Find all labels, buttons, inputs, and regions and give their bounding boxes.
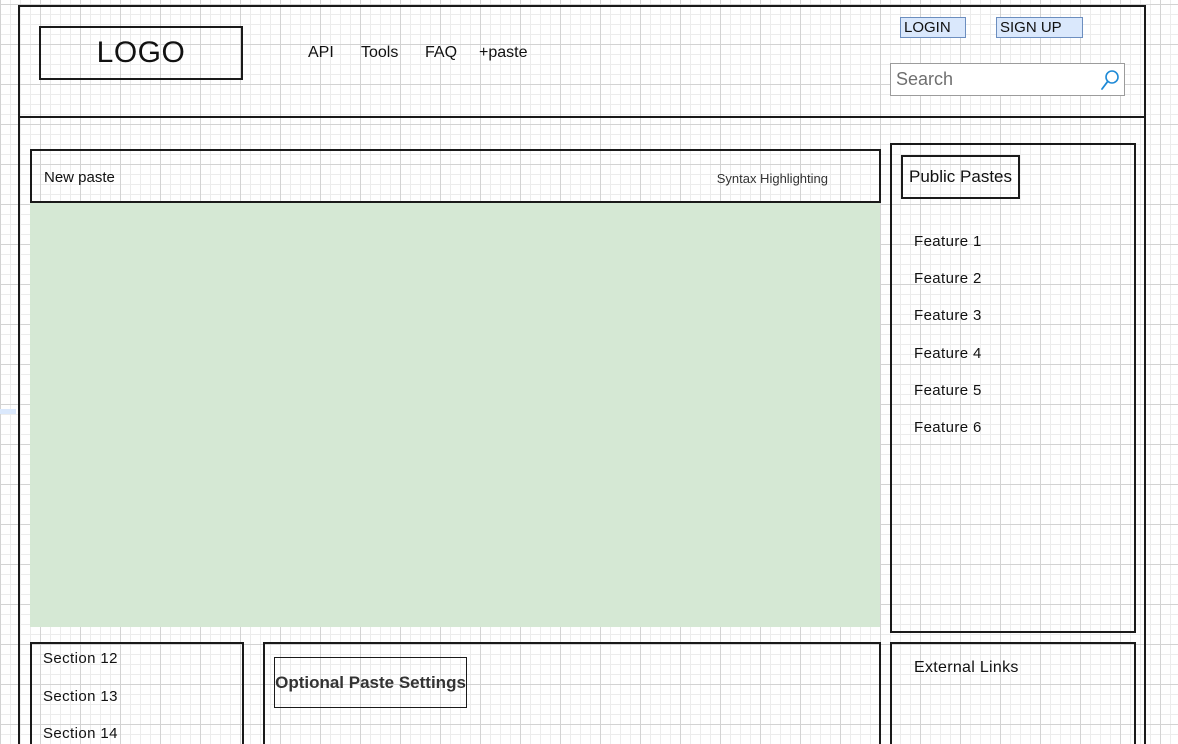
public-paste-item[interactable]: Feature 6 (914, 419, 982, 436)
public-pastes-panel: Public Pastes Feature 1 Feature 2 Featur… (890, 143, 1136, 633)
search-icon[interactable] (1099, 68, 1121, 92)
public-paste-item[interactable]: Feature 3 (914, 307, 982, 324)
public-paste-item[interactable]: Feature 5 (914, 382, 982, 399)
new-paste-title: New paste (44, 169, 115, 186)
public-pastes-title: Public Pastes (901, 155, 1020, 199)
paste-editor (30, 203, 880, 627)
edge-marker (0, 409, 16, 414)
external-links-title: External Links (914, 659, 1019, 676)
paste-textarea[interactable] (30, 203, 880, 627)
public-paste-item[interactable]: Feature 4 (914, 345, 982, 362)
sections-panel: Section 12 Section 13 Section 14 (30, 642, 244, 744)
section-item[interactable]: Section 12 (43, 650, 118, 667)
search-box (890, 63, 1125, 96)
public-paste-item[interactable]: Feature 2 (914, 270, 982, 287)
paste-settings-title: Optional Paste Settings (274, 657, 467, 708)
header-divider (18, 116, 1146, 118)
syntax-highlighting-selector[interactable]: Syntax Highlighting (717, 171, 828, 186)
section-item[interactable]: Section 14 (43, 725, 118, 742)
nav-link-api[interactable]: API (308, 44, 334, 62)
logo: LOGO (39, 26, 243, 80)
nav-link-new-paste[interactable]: +paste (479, 44, 527, 62)
paste-settings-panel: Optional Paste Settings (263, 642, 881, 744)
paste-header: New paste Syntax Highlighting (30, 149, 881, 203)
nav-link-tools[interactable]: Tools (361, 44, 398, 62)
external-links-panel: External Links (890, 642, 1136, 744)
section-item[interactable]: Section 13 (43, 688, 118, 705)
search-input[interactable] (891, 64, 1096, 95)
public-paste-item[interactable]: Feature 1 (914, 233, 982, 250)
nav-link-faq[interactable]: FAQ (425, 44, 457, 62)
login-button[interactable]: LOGIN (900, 17, 966, 38)
signup-button[interactable]: SIGN UP (996, 17, 1083, 38)
